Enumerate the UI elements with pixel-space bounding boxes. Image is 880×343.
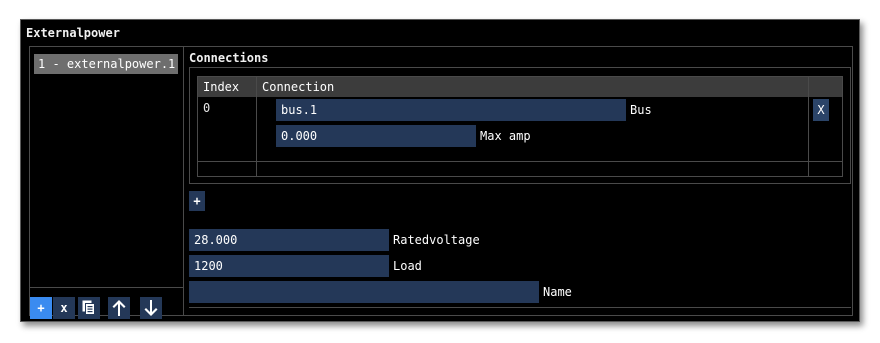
divider bbox=[189, 307, 851, 308]
move-up-button[interactable] bbox=[108, 297, 130, 319]
arrow-down-icon bbox=[143, 299, 159, 317]
instance-list: 1 - externalpower.1 bbox=[30, 47, 183, 288]
remove-connection-button[interactable]: X bbox=[813, 99, 829, 121]
max-amp-label: Max amp bbox=[480, 129, 531, 143]
properties-panel: Connections Index Connection 0 bus.1 Bus… bbox=[183, 46, 853, 316]
load-field[interactable]: 1200 bbox=[189, 255, 389, 277]
column-header-index: Index bbox=[203, 80, 240, 94]
list-item[interactable]: 1 - externalpower.1 bbox=[34, 54, 178, 74]
add-instance-button[interactable]: + bbox=[30, 297, 52, 319]
externalpower-window: Externalpower 1 - externalpower.1 + x Co… bbox=[20, 19, 860, 322]
load-label: Load bbox=[393, 259, 422, 273]
connections-frame: Index Connection 0 bus.1 Bus 0.000 Max a… bbox=[189, 67, 851, 184]
duplicate-instance-button[interactable] bbox=[78, 297, 100, 319]
bus-label: Bus bbox=[630, 103, 652, 117]
ratedvoltage-field[interactable]: 28.000 bbox=[189, 229, 389, 251]
bus-field[interactable]: bus.1 bbox=[276, 99, 626, 121]
name-label: Name bbox=[543, 285, 572, 299]
max-amp-field[interactable]: 0.000 bbox=[276, 125, 476, 147]
add-label: + bbox=[37, 301, 45, 315]
connection-index: 0 bbox=[203, 101, 211, 115]
move-down-button[interactable] bbox=[140, 297, 162, 319]
remove-instance-button[interactable]: x bbox=[53, 297, 75, 319]
add-connection-button[interactable]: + bbox=[189, 191, 205, 211]
connections-section-label: Connections bbox=[189, 51, 269, 65]
table-header: Index Connection bbox=[198, 77, 842, 97]
row-divider bbox=[198, 161, 842, 162]
remove-label: x bbox=[60, 301, 68, 315]
ratedvoltage-label: Ratedvoltage bbox=[393, 233, 480, 247]
copy-icon bbox=[82, 300, 96, 316]
connections-table: Index Connection 0 bus.1 Bus 0.000 Max a… bbox=[197, 76, 843, 177]
instance-list-panel: 1 - externalpower.1 + x bbox=[29, 46, 184, 319]
arrow-up-icon bbox=[111, 299, 127, 317]
column-header-connection: Connection bbox=[262, 80, 335, 94]
window-title: Externalpower bbox=[26, 26, 120, 40]
name-field[interactable] bbox=[189, 281, 539, 303]
